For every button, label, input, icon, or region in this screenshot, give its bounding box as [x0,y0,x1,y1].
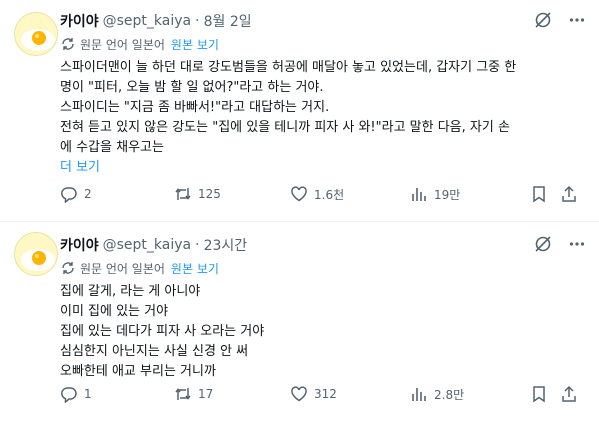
repost-button[interactable]: 17 [174,384,213,404]
translation-notice: 원문 언어 일본어 원본 보기 [60,258,587,278]
separator: · [195,13,200,29]
like-count: 312 [314,387,337,401]
post-time[interactable]: 8월 2일 [204,11,252,31]
show-original-link[interactable]: 원본 보기 [171,260,219,277]
translation-label: 원문 언어 일본어 [80,37,165,52]
views-button[interactable]: 19만 [410,184,460,204]
avatar[interactable] [14,12,58,56]
translation-notice: 원문 언어 일본어 원본 보기 [60,34,587,54]
post[interactable]: 카이야 @sept_kaiya · 8월 2일 원문 언어 일본어 원본 보기 … [0,0,599,222]
more-icon[interactable] [567,10,587,30]
repost-count: 17 [198,387,214,401]
show-more-link[interactable]: 더 보기 [60,158,587,178]
post-text-line: 스파이더맨이 늘 하던 대로 강도범들을 허공에 매달아 놓고 있었는데, 갑자… [60,60,517,75]
like-button[interactable]: 312 [290,384,337,404]
post-header: 카이야 @sept_kaiya · 23시간 [60,234,587,256]
more-icon[interactable] [567,234,587,254]
bookmark-icon [533,386,545,403]
translate-icon [60,36,76,52]
header-actions [533,234,587,254]
reply-icon [61,387,77,403]
reply-count: 2 [84,187,92,201]
header-actions [533,10,587,30]
share-button[interactable] [560,184,584,204]
views-icon [412,388,426,401]
views-icon [412,188,426,201]
post-text-line: 이미 집에 있는 거야 [60,304,169,319]
author-name[interactable]: 카이야 [60,11,99,31]
reply-count: 1 [84,387,92,401]
repost-count: 125 [198,187,221,201]
share-button[interactable] [560,384,584,404]
like-icon [291,186,307,202]
like-icon [291,386,307,402]
like-count: 1.6천 [314,187,345,202]
post-text-line: 집에 있는 데다가 피자 사 오라는 거야 [60,324,265,339]
views-button[interactable]: 2.8만 [410,384,464,404]
separator: · [195,237,200,253]
view-count: 2.8만 [434,387,465,402]
grok-icon[interactable] [533,10,553,30]
action-bar: 1 17 312 2.8만 [60,384,587,404]
post-text-line: 오빠한테 애교 부리는 거니까 [60,364,216,379]
author-handle[interactable]: @sept_kaiya [103,13,191,29]
bookmark-icon [533,186,545,203]
reply-icon [61,187,77,203]
reply-button[interactable]: 2 [60,184,92,204]
post-time[interactable]: 23시간 [204,235,248,255]
post-text-line: 에 수갑을 채우고는 [60,140,164,155]
post-text-line: 집에 갈게, 라는 게 아니야 [60,284,201,299]
avatar[interactable] [14,232,58,276]
post-text-line: 심심한지 아닌지는 사실 신경 안 써 [60,344,249,359]
post-content: 카이야 @sept_kaiya · 8월 2일 원문 언어 일본어 원본 보기 … [60,10,587,178]
post-text-line: 명이 "피터, 오늘 밤 할 일 없어?"라고 하는 거야. [60,80,324,95]
repost-icon [175,388,191,400]
post-text: 스파이더맨이 늘 하던 대로 강도범들을 허공에 매달아 놓고 있었는데, 갑자… [60,58,587,178]
share-icon [562,185,576,202]
post-content: 카이야 @sept_kaiya · 23시간 원문 언어 일본어 원본 보기 집… [60,234,587,382]
view-count: 19만 [434,187,461,202]
post-header: 카이야 @sept_kaiya · 8월 2일 [60,10,587,32]
show-original-link[interactable]: 원본 보기 [171,36,219,53]
post-text: 집에 갈게, 라는 게 아니야 이미 집에 있는 거야 집에 있는 데다가 피자… [60,282,587,382]
translate-icon [60,260,76,276]
like-button[interactable]: 1.6천 [290,184,344,204]
translation-label: 원문 언어 일본어 [80,261,165,276]
post[interactable]: 카이야 @sept_kaiya · 23시간 원문 언어 일본어 원본 보기 집… [0,222,599,428]
fried-egg-avatar-icon [15,13,57,55]
repost-button[interactable]: 125 [174,184,221,204]
post-text-line: 전혀 듣고 있지 않은 강도는 "집에 있을 테니까 피자 사 와!"라고 말한… [60,120,510,135]
fried-egg-avatar-icon [15,233,57,275]
reply-button[interactable]: 1 [60,384,92,404]
repost-icon [175,188,191,200]
bookmark-button[interactable] [530,184,554,204]
share-icon [562,385,576,402]
grok-icon[interactable] [533,234,553,254]
bookmark-button[interactable] [530,384,554,404]
post-text-line: 스파이디는 "지금 좀 바빠서!"라고 대답하는 거지. [60,100,330,115]
author-handle[interactable]: @sept_kaiya [103,237,191,253]
action-bar: 2 125 1.6천 19만 [60,184,587,204]
author-name[interactable]: 카이야 [60,235,99,255]
